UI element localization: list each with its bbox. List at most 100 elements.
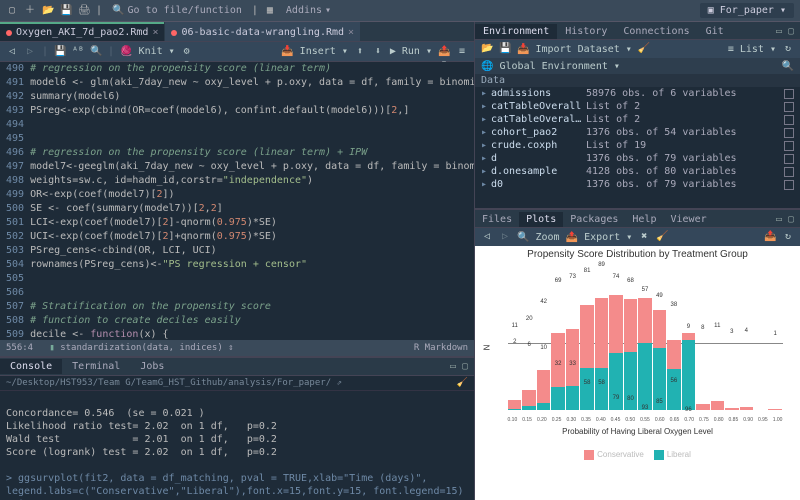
bar-column: 11 [711, 265, 724, 410]
bar-column: 7479 [609, 265, 622, 410]
view-data-icon[interactable] [784, 89, 794, 99]
open-icon[interactable]: 📂 [42, 5, 54, 17]
bar-column [754, 265, 767, 410]
add-icon[interactable]: ＋ [24, 5, 36, 17]
cursor-position: 556:4 [6, 343, 33, 353]
view-data-icon[interactable] [784, 141, 794, 151]
refresh-icon[interactable]: ↻ [782, 43, 794, 55]
plot-prev-icon[interactable]: ◁ [481, 231, 493, 243]
new-file-icon[interactable]: ▢ [6, 5, 18, 17]
view-mode[interactable]: ≡ List ▾ [728, 44, 776, 55]
env-row[interactable]: ▸catTableOverallList of 2 [475, 100, 800, 113]
outline-icon[interactable]: ≡ [456, 46, 468, 58]
bar-column: 996 [682, 265, 695, 410]
import-dataset-button[interactable]: 📥 Import Dataset ▾ [517, 44, 632, 55]
console-wd[interactable]: ~/Desktop/HST953/Team G/TeamG_HST_Github… [6, 378, 331, 388]
env-search-icon[interactable]: 🔍 [782, 61, 794, 72]
env-row[interactable]: ▸d.onesample4128 obs. of 80 variables [475, 165, 800, 178]
editor-tab[interactable]: Oxygen_AKI_7d_pao2.Rmd× [0, 22, 164, 41]
pane-controls[interactable]: ▭ ▢ [770, 24, 800, 39]
run-button[interactable]: ▶ Run ▾ [390, 46, 432, 57]
plot-tab-help[interactable]: Help [625, 212, 663, 227]
console-output[interactable]: Concordance= 0.546 (se = 0.021 ) Likelih… [0, 391, 474, 500]
plot-tab-plots[interactable]: Plots [519, 212, 563, 227]
env-row[interactable]: ▸d1376 obs. of 79 variables [475, 152, 800, 165]
view-data-icon[interactable] [784, 154, 794, 164]
find-icon[interactable]: 🔍 [90, 46, 102, 58]
env-row[interactable]: ▸cohort_pao21376 obs. of 54 variables [475, 126, 800, 139]
env-section-data: Data [475, 74, 800, 87]
refresh-plot-icon[interactable]: ↻ [782, 231, 794, 243]
view-data-icon[interactable] [784, 180, 794, 190]
bar-column: 4210 [537, 265, 550, 410]
insert-button[interactable]: 📥 Insert ▾ [281, 46, 348, 57]
bar-column: 4 [740, 265, 753, 410]
bar-column: 206 [522, 265, 535, 410]
save-ws-icon[interactable]: 💾 [499, 43, 511, 55]
run-prev-icon[interactable]: ⬆ [354, 46, 366, 58]
plot-next-icon: ▷ [499, 231, 511, 243]
publish-icon[interactable]: 📤 ▾ [438, 46, 450, 58]
clear-plots-icon[interactable]: 🧹 [656, 231, 668, 243]
plot-tab-packages[interactable]: Packages [563, 212, 625, 227]
load-ws-icon[interactable]: 📂 [481, 43, 493, 55]
back-icon[interactable]: ◁ [6, 46, 18, 58]
view-data-icon[interactable] [784, 115, 794, 125]
spellcheck-icon[interactable]: ᴬᴮ [72, 46, 84, 58]
bar-column: 3856 [667, 265, 680, 410]
print-icon[interactable]: 🖨 [78, 5, 90, 17]
bar-column: 6880 [624, 265, 637, 410]
chunk-nav[interactable]: standardization(data, indices) [60, 343, 223, 353]
editor-tab[interactable]: 06-basic-data-wrangling.Rmd× [165, 22, 360, 41]
export-button[interactable]: 📤 Export ▾ [566, 232, 633, 243]
console-clear-icon[interactable]: 🧹 [457, 378, 468, 388]
close-icon[interactable]: × [152, 27, 158, 38]
fwd-icon: ▷ [24, 46, 36, 58]
save-doc-icon[interactable]: 💾 [54, 46, 66, 58]
bar-column: 1 [768, 265, 781, 410]
env-tab-git[interactable]: Git [698, 24, 732, 39]
remove-plot-icon[interactable]: ✖ [638, 231, 650, 243]
env-row[interactable]: ▸catTableOveral…List of 2 [475, 113, 800, 126]
addins-menu[interactable]: Addins ▾ [282, 3, 335, 18]
plot-tab-files[interactable]: Files [475, 212, 519, 227]
plot-canvas: Propensity Score Distribution by Treatme… [475, 246, 800, 500]
console-tab-terminal[interactable]: Terminal [62, 359, 130, 374]
view-data-icon[interactable] [784, 167, 794, 177]
pane-controls-bottom[interactable]: ▭ ▢ [770, 212, 800, 227]
zoom-button[interactable]: 🔍 Zoom [517, 232, 560, 243]
gear-icon[interactable]: ⚙ ▾ [181, 46, 193, 58]
file-type[interactable]: R Markdown [414, 343, 468, 353]
legend-item: Liberal [654, 450, 691, 460]
code-editor[interactable]: 4904914924934944954964974984995005015025… [0, 62, 474, 340]
grid-icon[interactable]: ▦ [264, 5, 276, 17]
env-tab-connections[interactable]: Connections [615, 24, 697, 39]
bar-column: 8 [696, 265, 709, 410]
env-scope[interactable]: 🌐 Global Environment ▾ [481, 61, 620, 72]
view-data-icon[interactable] [784, 128, 794, 138]
knit-button[interactable]: 🧶 Knit ▾ [120, 46, 175, 57]
goto-file-input[interactable]: 🔍 Go to file/function [108, 3, 246, 18]
bar-column: 3 [725, 265, 738, 410]
save-icon[interactable]: 💾 [60, 5, 72, 17]
bar-column: 112 [508, 265, 521, 410]
env-row[interactable]: ▸crude.coxphList of 19 [475, 139, 800, 152]
env-row[interactable]: ▸d01376 obs. of 79 variables [475, 178, 800, 191]
view-data-icon[interactable] [784, 102, 794, 112]
project-selector[interactable]: ▣ For_paper ▾ [700, 3, 794, 18]
bar-column: 7333 [566, 265, 579, 410]
publish-plot-icon[interactable]: 📤 [764, 231, 776, 243]
console-tab-console[interactable]: Console [0, 359, 62, 374]
plot-tab-viewer[interactable]: Viewer [663, 212, 713, 227]
bar-column: 5793 [638, 265, 651, 410]
console-tab-jobs[interactable]: Jobs [130, 359, 174, 374]
env-row[interactable]: ▸admissions58976 obs. of 6 variables [475, 87, 800, 100]
clear-ws-icon[interactable]: 🧹 [638, 43, 650, 55]
run-next-icon[interactable]: ⬇ [372, 46, 384, 58]
bar-column: 4985 [653, 265, 666, 410]
bar-column: 6932 [551, 265, 564, 410]
env-tab-environment[interactable]: Environment [475, 24, 557, 39]
env-tab-history[interactable]: History [557, 24, 615, 39]
close-icon[interactable]: × [348, 27, 354, 38]
bar-column: 8958 [595, 265, 608, 410]
